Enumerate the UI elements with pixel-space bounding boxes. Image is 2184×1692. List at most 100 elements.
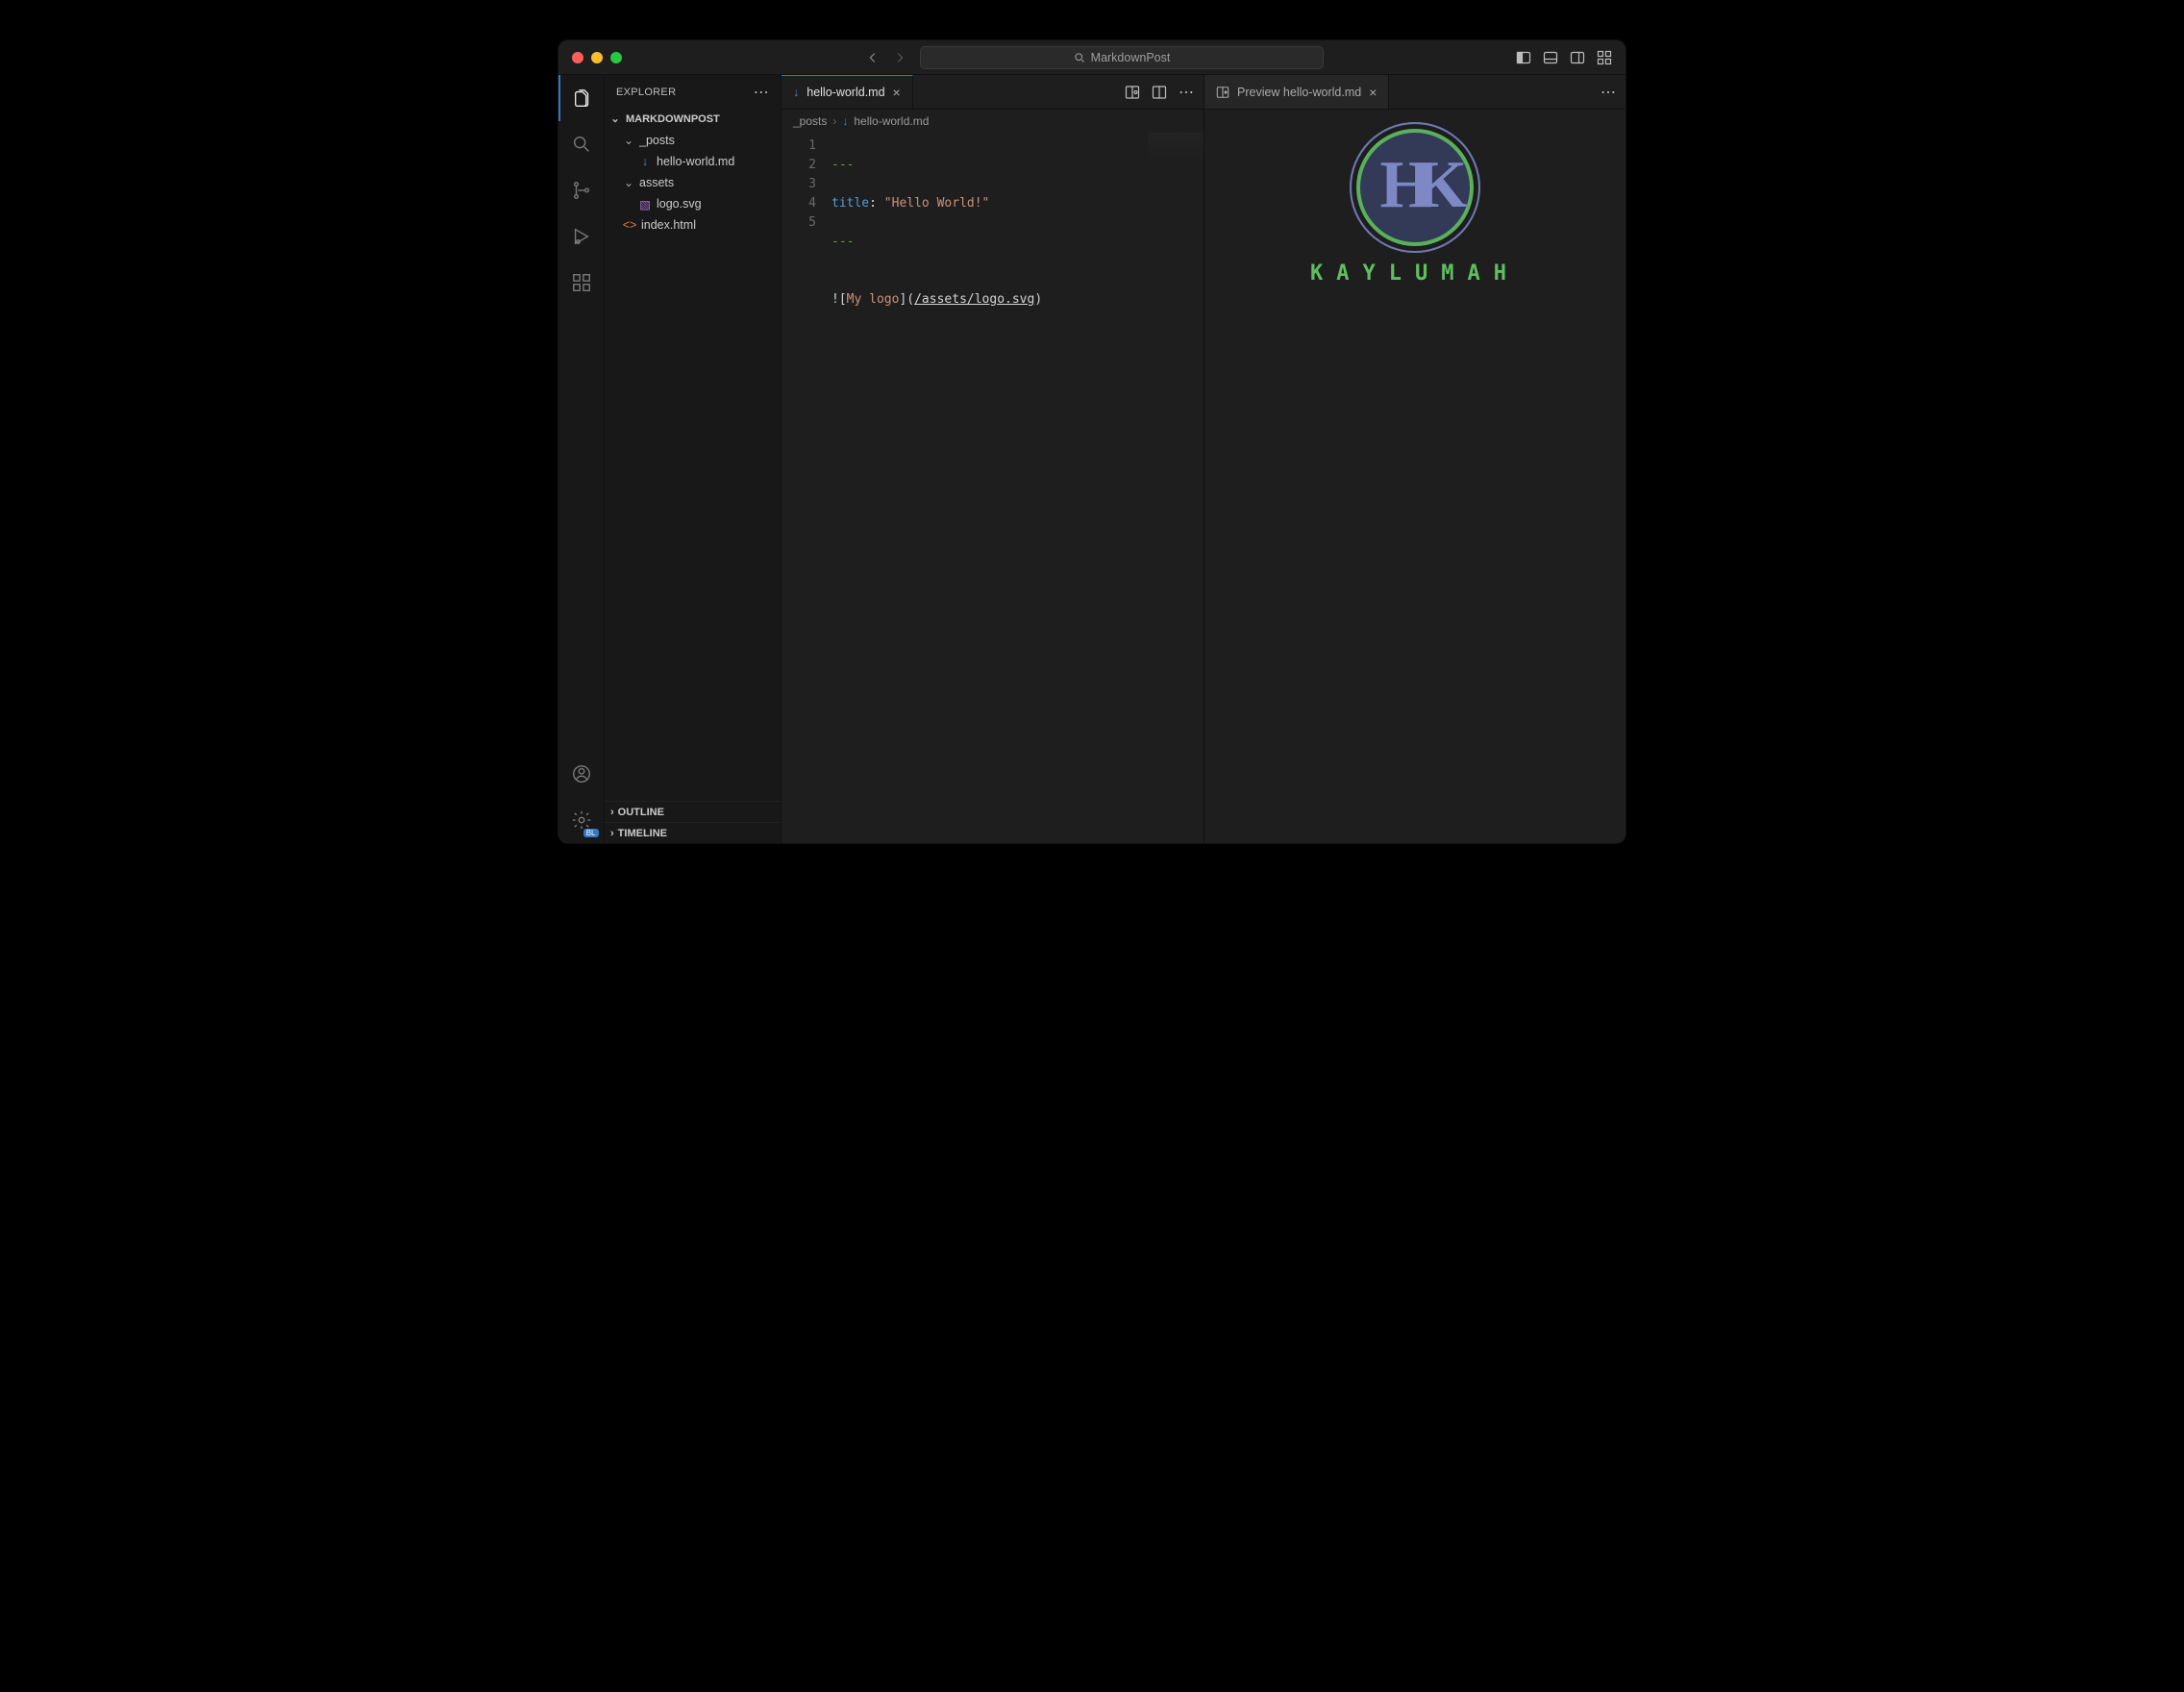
tab-close-icon[interactable]: × <box>1369 85 1377 100</box>
nav-forward-icon[interactable] <box>893 51 906 64</box>
minimize-window-button[interactable] <box>591 52 603 63</box>
activity-source-control[interactable] <box>558 167 605 213</box>
editor-actions-right: ⋯ <box>1601 75 1626 109</box>
timeline-label: TIMELINE <box>618 828 667 839</box>
open-preview-side-icon[interactable] <box>1125 85 1140 100</box>
code-token: My logo <box>847 292 900 307</box>
tab-label: hello-world.md <box>807 86 884 99</box>
sidebar-title: EXPLORER <box>616 87 676 98</box>
code-token: --- <box>831 235 854 249</box>
logo-circle: HK <box>1351 123 1479 252</box>
chevron-down-icon: ⌄ <box>622 134 635 147</box>
code-content[interactable]: --- title: "Hello World!" --- ![My logo]… <box>828 133 1204 843</box>
more-actions-icon[interactable]: ⋯ <box>1179 85 1194 100</box>
line-number: 1 <box>782 137 816 156</box>
tree-label: logo.svg <box>657 197 702 211</box>
editor-group-source: ↓ hello-world.md × ⋯ <box>782 75 1204 843</box>
activity-search[interactable] <box>558 121 605 167</box>
tree-label: index.html <box>641 218 696 232</box>
tab-close-icon[interactable]: × <box>893 85 901 100</box>
breadcrumb[interactable]: _posts › ↓ hello-world.md <box>782 110 1204 133</box>
code-token: --- <box>831 158 854 172</box>
markdown-file-icon: ↓ <box>793 86 799 99</box>
code-token: /assets/logo.svg <box>914 292 1034 307</box>
markdown-file-icon: ↓ <box>842 114 848 128</box>
minimap[interactable] <box>1148 133 1204 171</box>
code-editor[interactable]: 1 2 3 4 5 --- title: "Hello World!" --- … <box>782 133 1204 843</box>
settings-badge: BL <box>583 829 599 837</box>
activity-settings[interactable]: BL <box>558 797 605 843</box>
tree-folder-posts[interactable]: ⌄ _posts <box>605 130 781 151</box>
history-nav <box>866 51 906 64</box>
project-name: MARKDOWNPOST <box>626 113 720 125</box>
activity-run-debug[interactable] <box>558 213 605 260</box>
breadcrumb-segment[interactable]: _posts <box>793 114 827 128</box>
tree-file-logo[interactable]: ▧ logo.svg <box>605 193 781 214</box>
code-token: "Hello World!" <box>884 196 990 211</box>
more-actions-icon[interactable]: ⋯ <box>1601 85 1616 100</box>
tree-folder-assets[interactable]: ⌄ assets <box>605 172 781 193</box>
tree-file-index[interactable]: <> index.html <box>605 214 781 236</box>
line-number: 2 <box>782 156 816 175</box>
chevron-down-icon: ⌄ <box>608 112 622 125</box>
vscode-window: MarkdownPost <box>558 40 1626 843</box>
sidebar-explorer: EXPLORER ⋯ ⌄ MARKDOWNPOST ⌄ _posts ↓ hel… <box>605 75 782 843</box>
sidebar-more-icon[interactable]: ⋯ <box>754 83 769 102</box>
chevron-right-icon: › <box>610 807 614 818</box>
chevron-right-icon: › <box>610 828 614 839</box>
file-tree: ⌄ _posts ↓ hello-world.md ⌄ assets ▧ log… <box>605 128 781 236</box>
customize-layout-icon[interactable] <box>1597 50 1612 65</box>
zoom-window-button[interactable] <box>610 52 622 63</box>
tree-label: hello-world.md <box>657 155 734 168</box>
activity-extensions[interactable] <box>558 260 605 306</box>
code-token: ! <box>831 292 839 307</box>
outline-section[interactable]: › OUTLINE <box>605 801 781 822</box>
code-token: [ <box>839 292 847 307</box>
logo-brand-text: KAYLUMAH <box>1310 261 1520 286</box>
tree-label: _posts <box>639 134 675 147</box>
tab-preview[interactable]: Preview hello-world.md × <box>1204 75 1389 109</box>
chevron-down-icon: ⌄ <box>622 176 635 189</box>
window-controls <box>558 52 645 63</box>
tab-bar-left: ↓ hello-world.md × ⋯ <box>782 75 1204 110</box>
command-center-label: MarkdownPost <box>1091 51 1171 64</box>
line-gutter: 1 2 3 4 5 <box>782 133 828 843</box>
editor-area: ↓ hello-world.md × ⋯ <box>782 75 1626 843</box>
toggle-panel-icon[interactable] <box>1543 50 1558 65</box>
code-token: ( <box>906 292 914 307</box>
line-number: 5 <box>782 213 816 233</box>
code-token: : <box>869 196 884 211</box>
sidebar-header: EXPLORER ⋯ <box>605 75 781 110</box>
code-token: title <box>831 196 869 211</box>
titlebar-right-actions <box>1516 50 1626 65</box>
outline-label: OUTLINE <box>618 807 664 818</box>
tree-file-hello[interactable]: ↓ hello-world.md <box>605 151 781 172</box>
chevron-right-icon: › <box>832 114 836 128</box>
activity-accounts[interactable] <box>558 751 605 797</box>
markdown-preview[interactable]: HK KAYLUMAH <box>1204 110 1626 843</box>
line-number: 3 <box>782 175 816 194</box>
breadcrumb-segment[interactable]: hello-world.md <box>854 114 929 128</box>
editor-actions-left: ⋯ <box>1125 75 1204 109</box>
image-file-icon: ▧ <box>637 197 653 212</box>
timeline-section[interactable]: › TIMELINE <box>605 822 781 843</box>
markdown-file-icon: ↓ <box>637 155 653 168</box>
activity-explorer[interactable] <box>558 75 605 121</box>
line-number: 4 <box>782 194 816 213</box>
search-icon <box>1074 52 1085 63</box>
preview-icon <box>1216 86 1229 99</box>
command-center[interactable]: MarkdownPost <box>920 46 1324 69</box>
tree-label: assets <box>639 176 674 189</box>
toggle-secondary-sidebar-icon[interactable] <box>1570 50 1585 65</box>
explorer-folder-section[interactable]: ⌄ MARKDOWNPOST <box>605 110 781 128</box>
logo-monogram: HK <box>1380 147 1451 224</box>
toggle-primary-sidebar-icon[interactable] <box>1516 50 1531 65</box>
html-file-icon: <> <box>622 218 637 232</box>
close-window-button[interactable] <box>572 52 583 63</box>
tab-bar-right: Preview hello-world.md × ⋯ <box>1204 75 1626 110</box>
tab-hello-md[interactable]: ↓ hello-world.md × <box>782 75 913 109</box>
split-editor-icon[interactable] <box>1152 85 1167 100</box>
preview-logo: HK KAYLUMAH <box>1310 123 1520 286</box>
code-token: ) <box>1034 292 1042 307</box>
nav-back-icon[interactable] <box>866 51 880 64</box>
